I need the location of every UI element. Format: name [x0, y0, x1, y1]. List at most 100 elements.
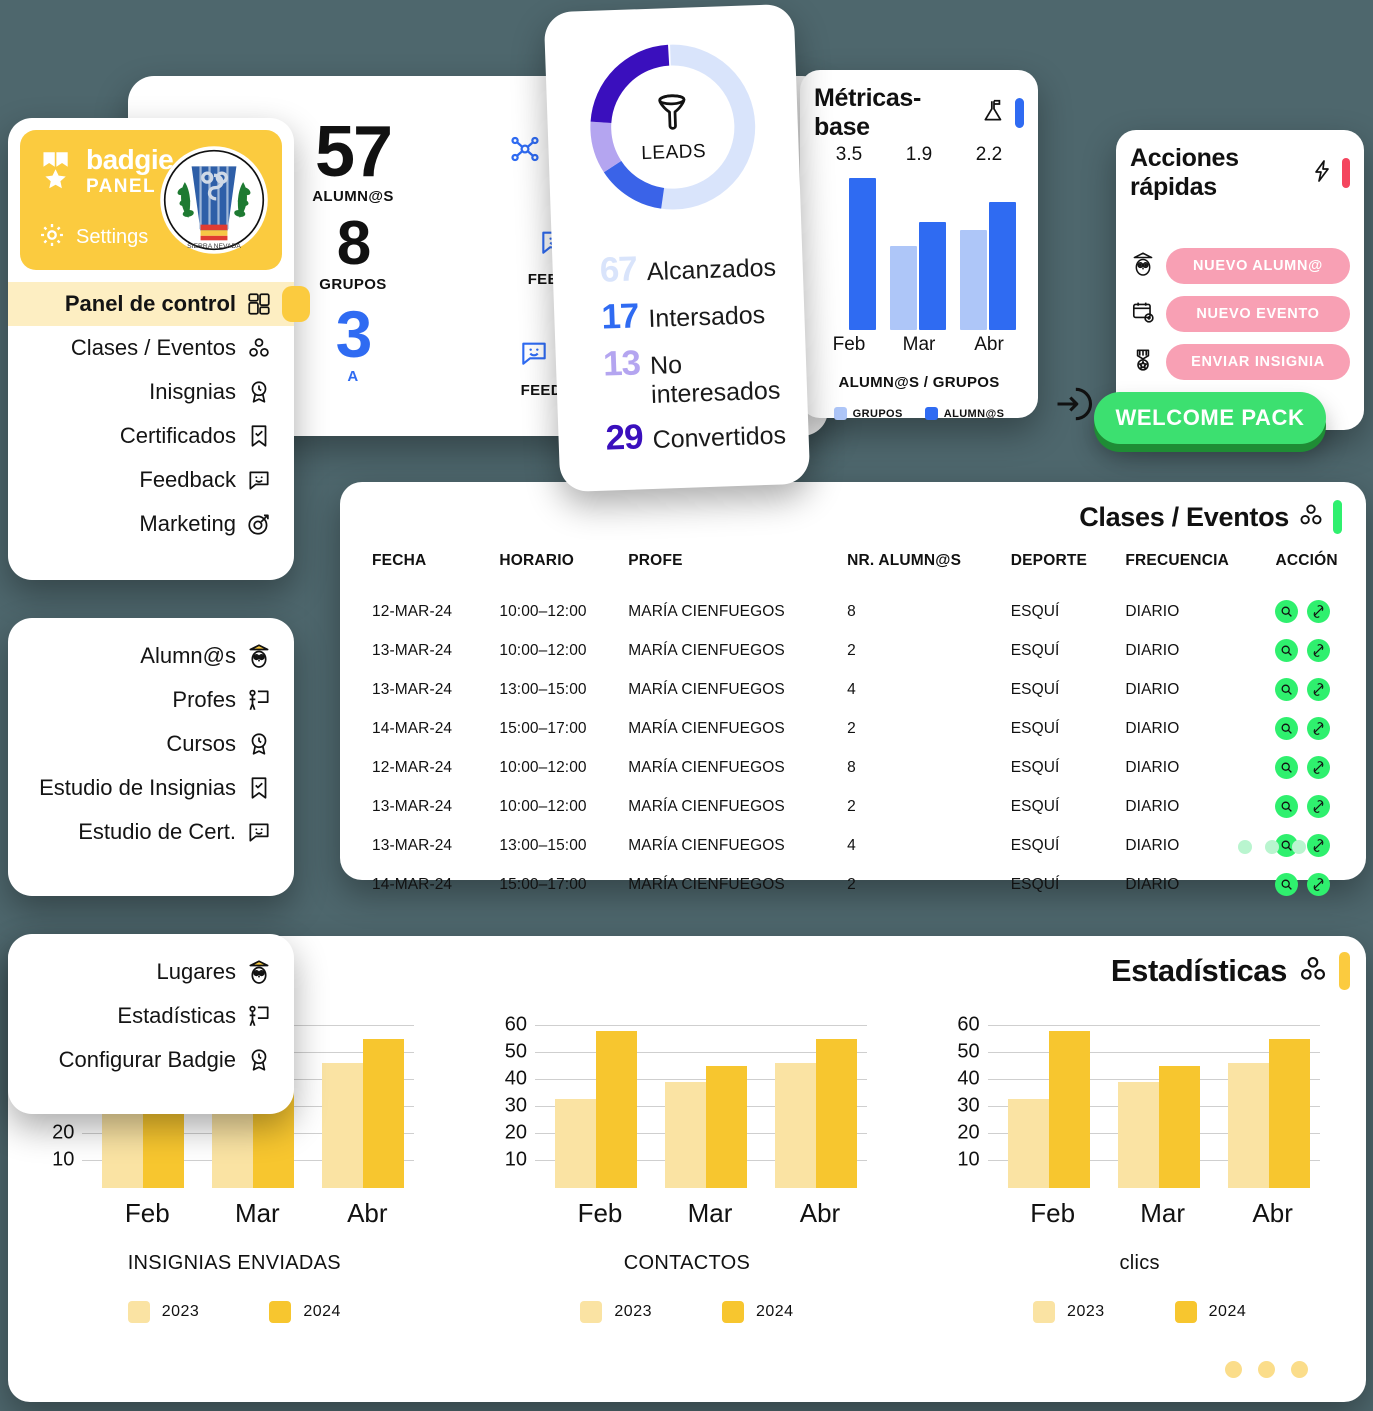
sidebar-item-label: Lugares: [156, 959, 236, 984]
bar-group: Feb: [1007, 1012, 1098, 1228]
pagination-dot[interactable]: [1291, 1361, 1308, 1378]
cell-profe: MARÍA CIENFUEGOS: [628, 875, 785, 893]
edit-pencil-icon[interactable]: [1307, 678, 1331, 701]
sidebar-item-alumn-s[interactable]: Alumn@s: [8, 634, 294, 678]
table-row[interactable]: 14-MAR-24 15:00–17:00 MARÍA CIENFUEGOS 2 ESQ…: [340, 865, 1366, 904]
bar-x-label: Mar: [1140, 1198, 1186, 1228]
table-row[interactable]: 13-MAR-24 10:00–12:00 MARÍA CIENFUEGOS 2 ESQ…: [340, 631, 1366, 670]
pagination-dot[interactable]: [1258, 1361, 1275, 1378]
cell-horario: 15:00–17:00: [499, 875, 587, 893]
enviar-insignia-button[interactable]: ENVIAR INSIGNIA: [1166, 344, 1350, 380]
sidebar-item-label: Configurar Badgie: [58, 1047, 236, 1072]
legend-label: Alcanzados: [646, 253, 777, 287]
bar-grupos: [890, 246, 917, 330]
welcome-pack-button[interactable]: WELCOME PACK: [1094, 392, 1326, 444]
cell-deporte: ESQUÍ: [1010, 836, 1060, 854]
pagination-dot[interactable]: [1265, 840, 1279, 854]
edit-pencil-icon[interactable]: [1307, 756, 1331, 779]
search-icon[interactable]: [1275, 795, 1299, 818]
sidebar-item-cursos[interactable]: Cursos: [8, 722, 294, 766]
teacher-board-icon: [246, 687, 272, 713]
column-header-accion: ACCIÓN: [1275, 552, 1338, 569]
sidebar-item-feedback[interactable]: Feedback: [8, 458, 294, 502]
sidebar-item-panel-de-control[interactable]: Panel de control: [8, 282, 310, 326]
search-icon[interactable]: [1275, 639, 1299, 662]
sidebar-item-inisgnias[interactable]: Inisgnias: [8, 370, 294, 414]
cell-deporte: ESQUÍ: [1010, 680, 1060, 698]
legend-swatch: [721, 1301, 744, 1323]
cell-nr-alumnos: 2: [847, 797, 856, 815]
legend-label: Intersados: [647, 300, 766, 334]
bar-x-label: Abr: [974, 334, 1004, 355]
edit-pencil-icon[interactable]: [1307, 717, 1331, 740]
nuevo-evento-button[interactable]: NUEVO EVENTO: [1166, 296, 1350, 332]
search-icon[interactable]: [1275, 678, 1299, 701]
sidebar-item-marketing[interactable]: Marketing: [8, 502, 294, 546]
stats-pagination[interactable]: [1225, 1361, 1308, 1378]
accent-bar: [1342, 158, 1350, 188]
table-row[interactable]: 14-MAR-24 15:00–17:00 MARÍA CIENFUEGOS 2 ESQ…: [340, 709, 1366, 748]
list-item: 13 No interesados: [581, 338, 807, 413]
school-emblem: SIERRA NEVADA: [158, 144, 270, 256]
sidebar-item-certificados[interactable]: Certificados: [8, 414, 294, 458]
sidebar-item-label: Estudio de Insignias: [39, 775, 236, 800]
legend-value: 17: [600, 296, 640, 337]
legend-value: 13: [602, 343, 641, 384]
edit-pencil-icon[interactable]: [1307, 873, 1331, 896]
pagination-dot[interactable]: [1225, 1361, 1242, 1378]
edit-pencil-icon[interactable]: [1307, 600, 1331, 623]
badge-icon: [246, 379, 272, 405]
search-icon[interactable]: [1275, 600, 1299, 623]
brand-header: badgie PANEL Settings SIERRA NEVADA: [20, 130, 282, 270]
svg-text:SIERRA NEVADA: SIERRA NEVADA: [187, 243, 241, 250]
edit-pencil-icon[interactable]: [1307, 639, 1331, 662]
bar-group: 2.2 Abr: [956, 144, 1022, 355]
bar-alumnos: [849, 178, 876, 330]
pagination-dot[interactable]: [1292, 840, 1306, 854]
pagination-dot[interactable]: [1238, 840, 1252, 854]
edit-pencil-icon[interactable]: [1307, 795, 1331, 818]
card-header: Métricas-base: [800, 70, 1038, 142]
cell-accion: [1269, 748, 1366, 787]
table-pagination[interactable]: [1238, 840, 1306, 854]
y-tick-label: 10: [957, 1148, 980, 1171]
cell-nr-alumnos: 2: [847, 719, 856, 737]
bar-x-label: Feb: [124, 1198, 170, 1228]
search-icon[interactable]: [1275, 717, 1299, 740]
search-icon[interactable]: [1275, 756, 1299, 779]
quick-actions-list: NUEVO ALUMN@ NUEVO EVENTO ENVIAR INSIGNI…: [1130, 248, 1350, 380]
sidebar-item-lugares[interactable]: Lugares: [8, 950, 294, 994]
table-row[interactable]: 12-MAR-24 10:00–12:00 MARÍA CIENFUEGOS 8 ESQ…: [340, 748, 1366, 787]
metrics-base-card: Métricas-base 3.5 Feb 1.9 Mar 2.2 Abr AL…: [800, 70, 1038, 420]
search-icon[interactable]: [1275, 873, 1299, 896]
sidebar-item-profes[interactable]: Profes: [8, 678, 294, 722]
table-row[interactable]: 13-MAR-24 13:00–15:00 MARÍA CIENFUEGOS 4 ESQ…: [340, 670, 1366, 709]
bar-2023: [664, 1082, 706, 1188]
table-row[interactable]: 13-MAR-24 13:00–15:00 MARÍA CIENFUEGOS 4 ESQ…: [340, 826, 1366, 865]
bar-2024: [815, 1039, 857, 1188]
cell-accion: [1269, 592, 1366, 631]
sidebar-tertiary-nav: Lugares Estadísticas Configurar Badgie: [8, 934, 294, 1088]
table-row[interactable]: 12-MAR-24 10:00–12:00 MARÍA CIENFUEGOS 8 ESQ…: [340, 592, 1366, 631]
edit-pencil-icon[interactable]: [1307, 834, 1331, 857]
column-header-deporte: DEPORTE: [1010, 552, 1088, 569]
sidebar-item-estad-sticas[interactable]: Estadísticas: [8, 994, 294, 1038]
sidebar-item-estudio-de-cert[interactable]: Estudio de Cert.: [8, 810, 294, 854]
cell-accion: [1269, 709, 1366, 748]
table-row[interactable]: 13-MAR-24 10:00–12:00 MARÍA CIENFUEGOS 2 ESQ…: [340, 787, 1366, 826]
cell-frecuencia: DIARIO: [1125, 875, 1180, 893]
bar-2024: [1158, 1066, 1200, 1188]
settings-button[interactable]: Settings: [38, 221, 148, 254]
quick-action-row: ENVIAR INSIGNIA: [1130, 344, 1350, 380]
nuevo-alumno-button[interactable]: NUEVO ALUMN@: [1166, 248, 1350, 284]
sidebar-item-clases-eventos[interactable]: Clases / Eventos: [8, 326, 294, 370]
cell-horario: 10:00–12:00: [499, 641, 587, 659]
sidebar-item-configurar-badgie[interactable]: Configurar Badgie: [8, 1038, 294, 1082]
y-tick-label: 20: [957, 1121, 980, 1144]
sidebar-item-estudio-de-insignias[interactable]: Estudio de Insignias: [8, 766, 294, 810]
legend-item: 2024: [1174, 1301, 1247, 1323]
chart-axis-label: ALUMN@S / GRUPOS: [838, 374, 1000, 391]
owl-graduate-icon: [1130, 250, 1156, 283]
y-tick-label: 40: [504, 1067, 527, 1090]
legend-item: 2024: [721, 1301, 794, 1323]
